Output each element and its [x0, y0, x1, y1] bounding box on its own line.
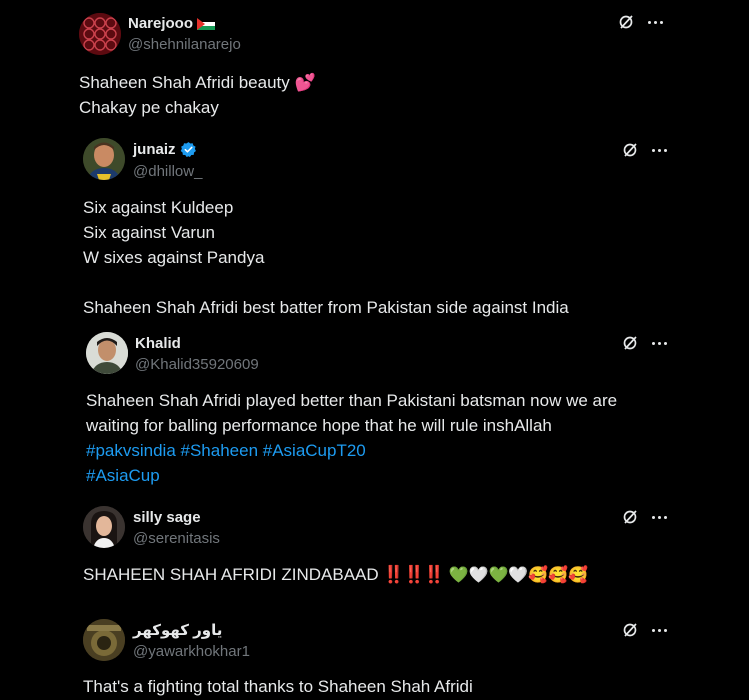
tweet-text: That's a fighting total thanks to Shahee…: [83, 674, 473, 699]
more-icon[interactable]: [652, 148, 667, 152]
grok-icon[interactable]: [618, 14, 634, 30]
more-icon[interactable]: [648, 20, 663, 24]
grok-icon[interactable]: [622, 335, 638, 351]
grok-icon[interactable]: [622, 142, 638, 158]
display-name[interactable]: Khalid: [135, 335, 181, 352]
display-name[interactable]: silly sage: [133, 509, 201, 526]
post-actions: [622, 509, 667, 525]
tweet-reply[interactable]: Khalid @Khalid35920609 Shaheen Shah Afri…: [0, 328, 749, 493]
handle[interactable]: @dhillow_: [133, 163, 202, 180]
tweet-reply[interactable]: یاور کھوکھر @yawarkhokhar1 That's a figh…: [0, 615, 749, 700]
hashtag-link[interactable]: #AsiaCup: [86, 463, 617, 488]
avatar[interactable]: [83, 619, 125, 661]
handle[interactable]: @yawarkhokhar1: [133, 643, 250, 660]
display-name[interactable]: یاور کھوکھر: [133, 621, 222, 639]
tweet-text-line: Six against Varun: [83, 223, 215, 242]
palestine-flag-icon: [197, 17, 216, 30]
post-actions: [622, 142, 667, 158]
tweet-text: Shaheen Shah Afridi beauty 💕 Chakay pe c…: [79, 70, 316, 120]
tweet-text-line: [83, 270, 569, 295]
handle[interactable]: @Khalid35920609: [135, 356, 259, 373]
display-name-text: Khalid: [135, 335, 181, 352]
handle[interactable]: @serenitasis: [133, 530, 220, 547]
tweet-reply[interactable]: Narejooo @shehnilanarejo Shaheen Shah Af…: [0, 0, 749, 125]
display-name-text: junaiz: [133, 141, 176, 158]
tweet-text-line: Shaheen Shah Afridi best batter from Pak…: [83, 298, 569, 317]
verified-badge-icon: [180, 142, 196, 157]
display-name[interactable]: junaiz: [133, 141, 197, 158]
handle[interactable]: @shehnilanarejo: [128, 36, 241, 53]
double-exclamation-emoji: ‼️‼️‼️: [383, 565, 445, 584]
avatar[interactable]: [79, 13, 121, 55]
avatar[interactable]: [83, 506, 125, 548]
more-icon[interactable]: [652, 341, 667, 345]
tweet-text: Shaheen Shah Afridi played better than P…: [86, 388, 617, 488]
avatar-photo: [83, 506, 125, 548]
display-name[interactable]: Narejooo: [128, 15, 216, 32]
post-actions: [622, 335, 667, 351]
display-name-text: Narejooo: [128, 15, 194, 32]
post-actions: [622, 622, 667, 638]
avatar-pattern-image: [79, 13, 121, 55]
tweet-text-line: SHAHEEN SHAH AFRIDI ZINDABAAD ‼️‼️‼️ 💚🤍💚…: [83, 562, 588, 587]
avatar-photo: [83, 619, 125, 661]
tweet-text: Six against Kuldeep Six against Varun W …: [83, 195, 569, 320]
grok-icon[interactable]: [622, 622, 638, 638]
avatar[interactable]: [83, 138, 125, 180]
tweet-text-content: SHAHEEN SHAH AFRIDI ZINDABAAD: [83, 565, 384, 584]
tweet-text: SHAHEEN SHAH AFRIDI ZINDABAAD ‼️‼️‼️ 💚🤍💚…: [83, 562, 588, 587]
tweet-text-line: Shaheen Shah Afridi played better than P…: [86, 391, 618, 410]
tweet-text-line: That's a fighting total thanks to Shahee…: [83, 677, 473, 696]
tweet-reply[interactable]: silly sage @serenitasis SHAHEEN SHAH AFR…: [0, 503, 749, 598]
heart-emoji-row: 💚🤍💚🤍🥰🥰🥰: [448, 567, 589, 584]
tweet-text-line: Chakay pe chakay: [79, 98, 219, 117]
tweet-text-line: waiting for balling performance hope tha…: [86, 416, 552, 435]
display-name-text: یاور کھوکھر: [133, 622, 223, 639]
display-name-text: silly sage: [133, 509, 201, 526]
more-icon[interactable]: [652, 515, 667, 519]
avatar-photo: [83, 138, 125, 180]
tweet-text-line: Six against Kuldeep: [83, 198, 234, 217]
avatar[interactable]: [86, 332, 128, 374]
tweet-reply[interactable]: junaiz @dhillow_ Six against Kuldeep Six…: [0, 130, 749, 325]
more-icon[interactable]: [652, 628, 667, 632]
post-actions: [618, 14, 663, 30]
tweet-text-line: W sixes against Pandya: [83, 248, 265, 267]
avatar-photo: [86, 332, 128, 374]
hashtag-link[interactable]: #pakvsindia #Shaheen #AsiaCupT20: [86, 438, 617, 463]
tweet-text-line: Shaheen Shah Afridi beauty 💕: [79, 73, 316, 92]
grok-icon[interactable]: [622, 509, 638, 525]
